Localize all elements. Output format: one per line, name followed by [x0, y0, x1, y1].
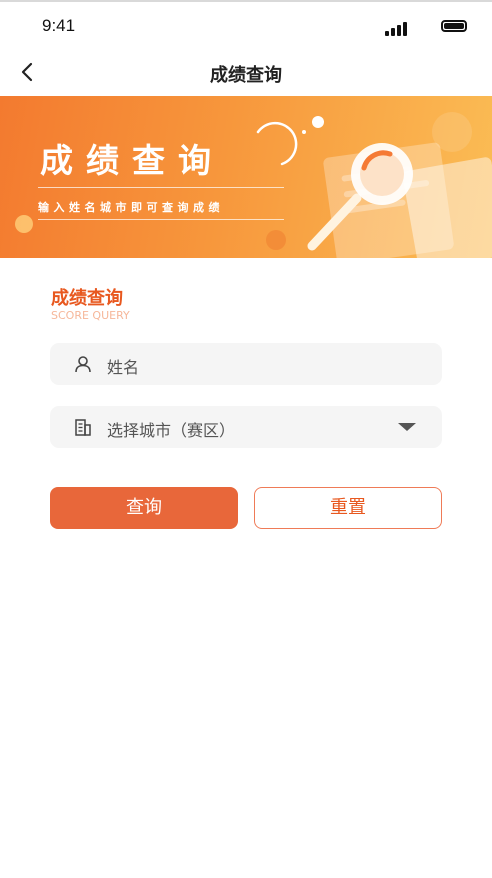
city-select-placeholder: 选择城市（赛区） [107, 421, 236, 440]
query-button[interactable]: 查询 [50, 487, 238, 529]
banner-divider [38, 219, 284, 220]
city-select[interactable]: 选择城市（赛区） [50, 406, 442, 448]
status-bar: 9:41 [0, 2, 492, 50]
name-input[interactable]: 姓名 [50, 343, 442, 385]
user-icon [75, 356, 91, 373]
building-icon [75, 419, 91, 436]
status-time: 9:41 [42, 16, 76, 35]
banner: 成绩查询 输入姓名城市即可查询成绩 [0, 96, 492, 258]
banner-title: 成绩查询 [40, 141, 224, 180]
caret-down-icon [398, 423, 416, 431]
page-title: 成绩查询 [210, 65, 282, 86]
signal-icon [385, 22, 409, 36]
name-input-placeholder: 姓名 [107, 358, 140, 377]
banner-subtitle: 输入姓名城市即可查询成绩 [38, 201, 224, 214]
section-title: 成绩查询 [51, 288, 123, 309]
banner-divider [38, 187, 284, 188]
section-subtitle: SCORE QUERY [51, 309, 130, 322]
battery-icon [441, 20, 467, 32]
reset-button[interactable]: 重置 [254, 487, 442, 529]
nav-bar: 成绩查询 [0, 50, 492, 96]
